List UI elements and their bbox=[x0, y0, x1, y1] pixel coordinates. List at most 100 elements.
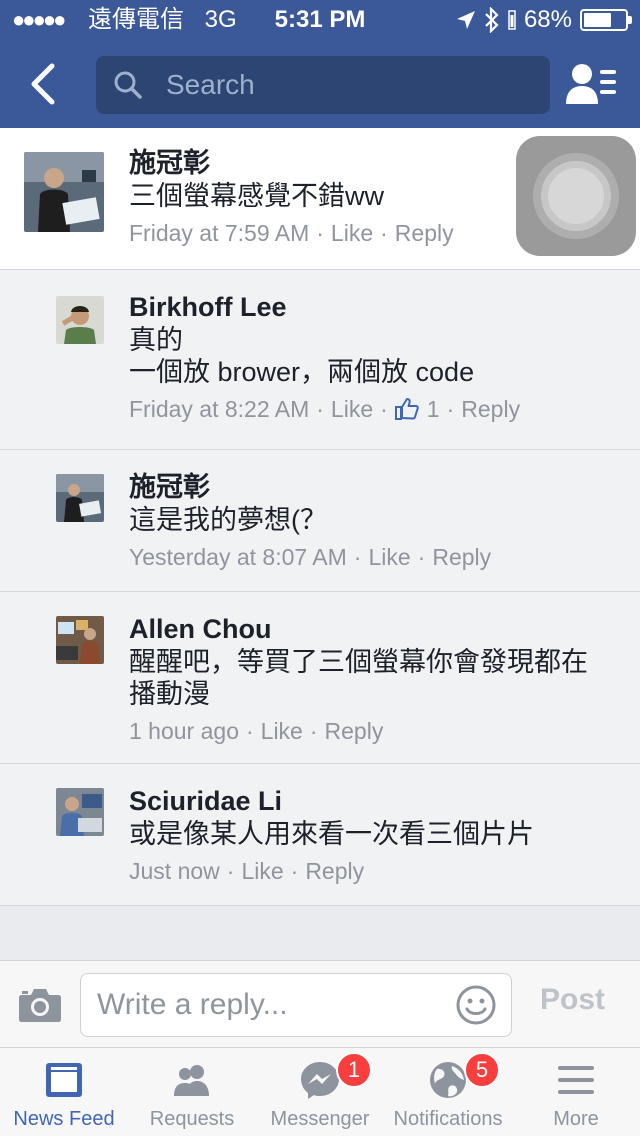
comment-timestamp: Yesterday at 8:07 AM bbox=[129, 544, 347, 570]
comment-body: 施冠彰 三個螢幕感覺不錯ww Friday at 7:59 AM · Like … bbox=[129, 146, 454, 250]
emoji-icon[interactable] bbox=[455, 984, 497, 1026]
friend-requests-icon bbox=[174, 1065, 209, 1096]
like-button[interactable]: Like bbox=[331, 216, 373, 250]
reply-button[interactable]: Reply bbox=[305, 854, 364, 888]
comment-author[interactable]: 施冠彰 bbox=[129, 470, 491, 504]
like-button[interactable]: Like bbox=[331, 392, 373, 426]
comment-meta: Yesterday at 8:07 AM · Like · Reply bbox=[129, 540, 491, 574]
location-arrow-icon bbox=[456, 11, 475, 29]
separator-dot: · bbox=[316, 396, 324, 422]
tab-bar: News Feed Requests 1 Messenger 5 Notific… bbox=[0, 1048, 640, 1136]
reply-composer: Post bbox=[0, 960, 640, 1048]
reply-button[interactable]: Reply bbox=[432, 540, 491, 574]
globe-icon bbox=[430, 1062, 466, 1098]
separator-dot: · bbox=[290, 858, 299, 884]
like-count[interactable]: 1 bbox=[394, 392, 440, 426]
tab-requests[interactable]: Requests bbox=[128, 1048, 256, 1136]
assistive-touch-core bbox=[548, 168, 604, 224]
separator-dot: · bbox=[446, 396, 455, 422]
camera-icon[interactable] bbox=[18, 985, 62, 1023]
comment-text: 或是像某人用來看一次看三個片片 bbox=[129, 819, 534, 849]
thumbs-up-icon bbox=[394, 398, 419, 420]
like-count-value: 1 bbox=[426, 396, 440, 422]
tab-label: Notifications bbox=[393, 1108, 503, 1130]
battery-icon bbox=[580, 9, 632, 31]
top-bar: ●●●●● 遠傳電信 3G 5:31 PM 68% bbox=[0, 0, 640, 128]
reply-comment: Allen Chou 醒醒吧，等買了三個螢幕你會發現都在 播動漫 1 hour … bbox=[0, 592, 640, 764]
notifications-badge: 5 bbox=[464, 1052, 500, 1088]
comment-meta: Just now · Like · Reply bbox=[129, 854, 534, 888]
like-button[interactable]: Like bbox=[241, 854, 283, 888]
comment-author[interactable]: Allen Chou bbox=[129, 612, 588, 646]
tab-label: More bbox=[553, 1108, 599, 1130]
post-button[interactable]: Post bbox=[540, 983, 605, 1017]
reply-button[interactable]: Reply bbox=[395, 216, 454, 250]
comment-meta: Friday at 7:59 AM · Like · Reply bbox=[129, 216, 454, 250]
separator-dot: · bbox=[380, 220, 388, 246]
tab-label: Messenger bbox=[270, 1108, 370, 1130]
reply-field[interactable] bbox=[80, 973, 512, 1037]
comment-timestamp: Friday at 7:59 AM bbox=[129, 220, 310, 246]
search-icon bbox=[114, 71, 142, 99]
comment-timestamp: Friday at 8:22 AM bbox=[129, 396, 310, 422]
avatar[interactable] bbox=[24, 152, 104, 232]
tab-messenger[interactable]: 1 Messenger bbox=[256, 1048, 384, 1136]
status-bar: ●●●●● 遠傳電信 3G 5:31 PM 68% bbox=[0, 0, 640, 40]
separator-dot: · bbox=[380, 396, 388, 422]
reply-button[interactable]: Reply bbox=[461, 392, 520, 426]
comment-timestamp: Just now bbox=[129, 858, 220, 884]
reply-comment: 施冠彰 這是我的夢想(？ Yesterday at 8:07 AM · Like… bbox=[0, 450, 640, 592]
reply-button[interactable]: Reply bbox=[325, 714, 384, 748]
messenger-badge: 1 bbox=[336, 1052, 372, 1088]
tab-label: Requests bbox=[149, 1108, 235, 1130]
tab-more[interactable]: More bbox=[512, 1048, 640, 1136]
parent-comment: 施冠彰 三個螢幕感覺不錯ww Friday at 7:59 AM · Like … bbox=[0, 128, 640, 270]
tab-news-feed[interactable]: News Feed bbox=[0, 1048, 128, 1136]
reply-comment: Sciuridae Li 或是像某人用來看一次看三個片片 Just now · … bbox=[0, 764, 640, 906]
comment-text: 真的 一個放 brower，兩個放 code bbox=[129, 325, 475, 387]
search-input[interactable] bbox=[166, 69, 506, 101]
comment-body: Birkhoff Lee 真的 一個放 brower，兩個放 code Frid… bbox=[129, 290, 520, 426]
comment-author[interactable]: Sciuridae Li bbox=[129, 784, 534, 818]
comment-meta: Friday at 8:22 AM · Like · 1 · Reply bbox=[129, 392, 520, 426]
separator-dot: · bbox=[226, 858, 235, 884]
comment-body: Allen Chou 醒醒吧，等買了三個螢幕你會發現都在 播動漫 1 hour … bbox=[129, 612, 588, 748]
status-right: 68% bbox=[456, 0, 632, 40]
avatar[interactable] bbox=[56, 788, 104, 836]
tab-label: News Feed bbox=[13, 1108, 115, 1130]
reply-input[interactable] bbox=[97, 984, 447, 1026]
avatar[interactable] bbox=[56, 474, 104, 522]
like-button[interactable]: Like bbox=[368, 540, 410, 574]
separator-dot: · bbox=[353, 544, 362, 570]
comment-author[interactable]: 施冠彰 bbox=[129, 146, 454, 180]
comment-text: 醒醒吧，等買了三個螢幕你會發現都在 播動漫 bbox=[129, 647, 588, 709]
charging-indicator-icon bbox=[508, 10, 516, 30]
battery-percent: 68% bbox=[523, 6, 572, 33]
comment-meta: 1 hour ago · Like · Reply bbox=[129, 714, 588, 748]
tab-notifications[interactable]: 5 Notifications bbox=[384, 1048, 512, 1136]
nav-bar bbox=[0, 40, 640, 128]
separator-dot: · bbox=[316, 220, 324, 246]
back-button[interactable] bbox=[22, 60, 70, 108]
messenger-icon bbox=[301, 1062, 339, 1099]
comment-body: Sciuridae Li 或是像某人用來看一次看三個片片 Just now · … bbox=[129, 784, 534, 888]
comment-thread: 施冠彰 三個螢幕感覺不錯ww Friday at 7:59 AM · Like … bbox=[0, 128, 640, 906]
separator-dot: · bbox=[417, 544, 426, 570]
comment-body: 施冠彰 這是我的夢想(？ Yesterday at 8:07 AM · Like… bbox=[129, 470, 491, 574]
battery-level bbox=[584, 13, 612, 27]
avatar[interactable] bbox=[56, 616, 104, 664]
separator-dot: · bbox=[309, 718, 318, 744]
comment-author[interactable]: Birkhoff Lee bbox=[129, 290, 520, 324]
like-button[interactable]: Like bbox=[261, 714, 303, 748]
reply-comment: Birkhoff Lee 真的 一個放 brower，兩個放 code Frid… bbox=[0, 270, 640, 450]
bluetooth-icon bbox=[485, 7, 499, 33]
news-feed-icon bbox=[46, 1063, 82, 1097]
avatar[interactable] bbox=[56, 296, 104, 344]
friends-list-icon[interactable] bbox=[566, 62, 618, 106]
separator-dot: · bbox=[245, 718, 254, 744]
menu-icon bbox=[558, 1066, 594, 1094]
search-bar[interactable] bbox=[96, 56, 550, 114]
comment-timestamp: 1 hour ago bbox=[129, 718, 239, 744]
assistive-touch-button[interactable] bbox=[516, 136, 636, 256]
comment-text: 這是我的夢想(？ bbox=[129, 505, 327, 535]
